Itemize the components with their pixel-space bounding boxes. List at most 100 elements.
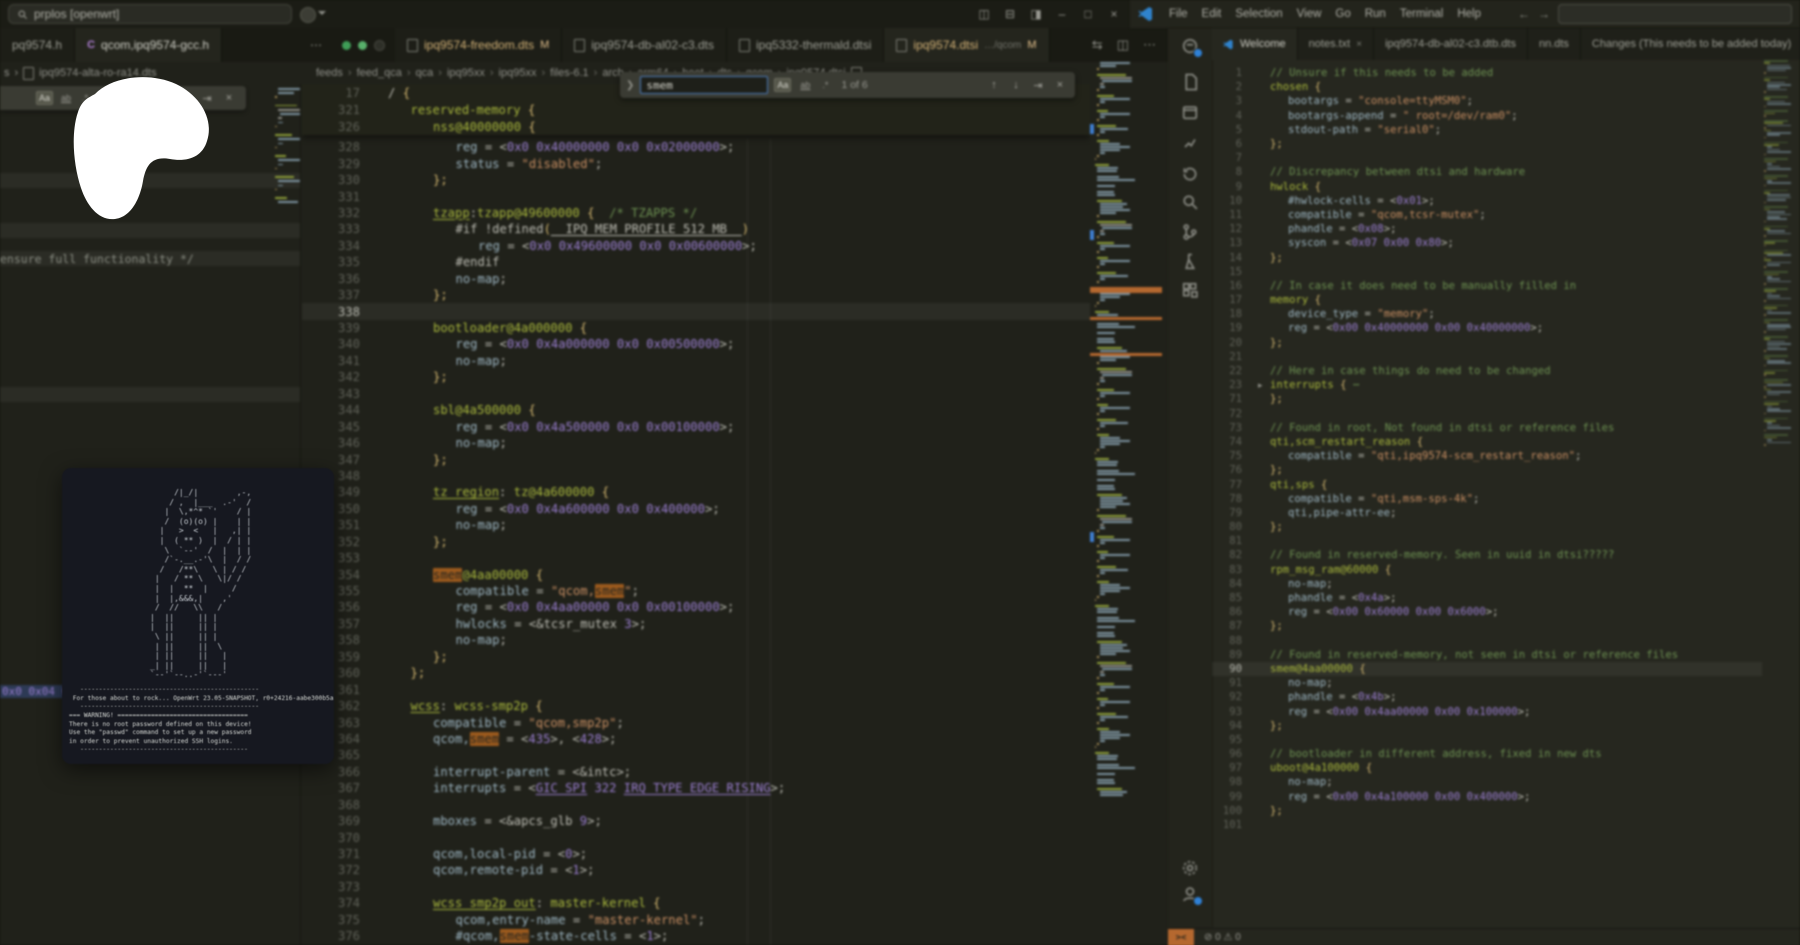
close-icon[interactable]: ×	[1356, 39, 1362, 50]
code-line-8[interactable]: 8// Discrepancy between dtsi and hardwar…	[1212, 165, 1762, 179]
code-line-358[interactable]: 358no-map;	[302, 632, 1090, 648]
code-line-5[interactable]: 5stdout-path = "serial0";	[1212, 123, 1762, 137]
problems-status[interactable]: ⊘ 0 ⚠ 0	[1204, 932, 1241, 943]
code-line-20[interactable]: 20};	[1212, 336, 1762, 350]
code-line-372[interactable]: 372qcom,remote-pid = <1>;	[302, 862, 1090, 878]
terminal-window[interactable]: /|_/| ,-, / , |___ .-' / | \,*^* `' / | …	[62, 468, 334, 764]
code-line-17[interactable]: 17memory {	[1212, 293, 1762, 307]
explorer-icon[interactable]	[1180, 72, 1200, 92]
code-line-7[interactable]: 7	[1212, 151, 1762, 165]
code-line-83[interactable]: 83rpm_msg_ram@60000 {	[1212, 563, 1762, 577]
code-line-330[interactable]: 330};	[302, 172, 1090, 188]
tab-ipq9574-db-al02-c3.dtb.dts[interactable]: ipq9574-db-al02-c3.dtb.dts	[1374, 28, 1528, 60]
tab-nn.dts[interactable]: nn.dts	[1528, 28, 1581, 60]
code-line-23[interactable]: 23▸interrupts { ⋯	[1212, 378, 1762, 392]
code-line-333[interactable]: 333#if !defined(__IPQ_MEM_PROFILE_512_MB…	[302, 221, 1090, 237]
code-line-4[interactable]: 4bootargs-append = " root=/dev/ram0";	[1212, 109, 1762, 123]
previous-match-icon[interactable]: ↑	[985, 79, 1003, 91]
code-line-87[interactable]: 87};	[1212, 619, 1762, 633]
minimize-icon[interactable]: –	[1052, 7, 1072, 21]
find-in-selection-icon[interactable]: ⇥	[1029, 79, 1047, 92]
code-line-365[interactable]: 365	[302, 747, 1090, 763]
fold-icon[interactable]: ▸	[1258, 380, 1270, 391]
code-line-351[interactable]: 351no-map;	[302, 517, 1090, 533]
menu-file[interactable]: File	[1162, 5, 1195, 23]
close-icon[interactable]: ×	[220, 92, 238, 104]
code-line-348[interactable]: 348	[302, 468, 1090, 484]
breadcrumb-item[interactable]: ipq95xx	[499, 67, 537, 79]
minimap-small[interactable]	[268, 88, 298, 288]
toggle-replace-icon[interactable]: ❯	[626, 80, 634, 91]
code-line-359[interactable]: 359};	[302, 649, 1090, 665]
code-line-347[interactable]: 347};	[302, 451, 1090, 467]
code-line-76[interactable]: 76};	[1212, 463, 1762, 477]
menu-edit[interactable]: Edit	[1195, 5, 1229, 23]
account-icon[interactable]	[1180, 884, 1200, 904]
code-line-3[interactable]: 3bootargs = "console=ttyMSM0";	[1212, 94, 1762, 108]
code-line-9[interactable]: 9hwlock {	[1212, 180, 1762, 194]
menu-help[interactable]: Help	[1450, 5, 1488, 23]
code-line-374[interactable]: 374wcss_smp2p_out: master-kernel {	[302, 895, 1090, 911]
code-line-354[interactable]: 354smem@4aa00000 {	[302, 566, 1090, 582]
editor-main[interactable]: 17/ {321reserved-memory {326nss@40000000…	[302, 84, 1090, 945]
more-icon[interactable]: ⋯	[310, 38, 322, 52]
code-line-337[interactable]: 337};	[302, 287, 1090, 303]
code-line-94[interactable]: 94};	[1212, 719, 1762, 733]
code-line-340[interactable]: 340reg = <0x0 0x4a000000 0x0 0x00500000>…	[302, 336, 1090, 352]
code-line-99[interactable]: 99reg = <0x00 0x4a100000 0x00 0x400000>;	[1212, 790, 1762, 804]
code-line-91[interactable]: 91no-map;	[1212, 676, 1762, 690]
find-input[interactable]: smem	[640, 76, 768, 94]
minimap[interactable]	[1090, 62, 1168, 945]
code-line-370[interactable]: 370	[302, 829, 1090, 845]
code-line-334[interactable]: 334reg = <0x0 0x49600000 0x0 0x00600000>…	[302, 238, 1090, 254]
menu-run[interactable]: Run	[1358, 5, 1393, 23]
code-line-73[interactable]: 73// Found in root, Not found in dtsi or…	[1212, 421, 1762, 435]
code-line-321[interactable]: 321reserved-memory {	[302, 101, 1090, 118]
code-line-79[interactable]: 79qti,pipe-attr-ee;	[1212, 506, 1762, 520]
source-control-icon[interactable]	[1180, 222, 1200, 242]
breadcrumb-item[interactable]: feed_qca	[357, 67, 402, 79]
more-actions-icon[interactable]: ⋯	[1143, 37, 1156, 53]
code-line-326[interactable]: 326nss@40000000 {	[302, 118, 1090, 135]
code-line-100[interactable]: 100};	[1212, 804, 1762, 818]
code-line-360[interactable]: 360};	[302, 665, 1090, 681]
code-line-375[interactable]: 375qcom,entry-name = "master-kernel";	[302, 912, 1090, 928]
next-match-icon[interactable]: ↓	[1007, 79, 1025, 91]
code-line-376[interactable]: 376#qcom,smem-state-cells = <1>;	[302, 928, 1090, 944]
editor-right[interactable]: 1// Unsure if this needs to be added2cho…	[1212, 60, 1762, 928]
code-line-355[interactable]: 355compatible = "qcom,smem";	[302, 583, 1090, 599]
command-center-search[interactable]: prplos [openwrt]	[8, 4, 292, 24]
code-line-77[interactable]: 77qti,sps {	[1212, 477, 1762, 491]
breadcrumb-item[interactable]: ipq95xx	[447, 67, 485, 79]
code-line-373[interactable]: 373	[302, 879, 1090, 895]
code-line-361[interactable]: 361	[302, 681, 1090, 697]
code-line-86[interactable]: 86reg = <0x00 0x60000 0x00 0x6000>;	[1212, 605, 1762, 619]
code-line-352[interactable]: 352};	[302, 534, 1090, 550]
copilot-icon[interactable]	[1180, 36, 1200, 56]
breadcrumb-item[interactable]: feeds	[316, 67, 343, 79]
code-line-335[interactable]: 335#endif	[302, 254, 1090, 270]
tab-Welcome[interactable]: Welcome	[1212, 28, 1298, 60]
code-line-341[interactable]: 341no-map;	[302, 353, 1090, 369]
code-line-371[interactable]: 371qcom,local-pid = <0>;	[302, 846, 1090, 862]
match-case-icon[interactable]: Aa	[774, 78, 791, 92]
history-icon[interactable]	[1180, 164, 1200, 184]
code-line-88[interactable]: 88	[1212, 634, 1762, 648]
window-icon[interactable]	[1180, 102, 1200, 122]
code-line-96[interactable]: 96// bootloader in different address, fi…	[1212, 747, 1762, 761]
menu-selection[interactable]: Selection	[1228, 5, 1289, 23]
find-widget[interactable]: ❯ smem Aa ab .* 1 of 6 ↑ ↓ ⇥ ×	[620, 72, 1075, 98]
code-line-345[interactable]: 345reg = <0x0 0x4a500000 0x0 0x00100000>…	[302, 418, 1090, 434]
code-line-332[interactable]: 332tzapp:tzapp@49600000 { /* TZAPPS */	[302, 205, 1090, 221]
tab-notes.txt[interactable]: notes.txt×	[1298, 28, 1374, 60]
code-line-357[interactable]: 357hwlocks = <&tcsr_mutex 3>;	[302, 616, 1090, 632]
code-line-92[interactable]: 92phandle = <0x4b>;	[1212, 690, 1762, 704]
code-line-22[interactable]: 22// Here in case things do need to be c…	[1212, 364, 1762, 378]
match-case-icon[interactable]: Aa	[36, 91, 53, 105]
code-line-13[interactable]: 13syscon = <0x07 0x00 0x80>;	[1212, 236, 1762, 250]
command-center-search[interactable]	[1558, 4, 1792, 24]
code-area[interactable]: 328reg = <0x0 0x40000000 0x0 0x02000000>…	[302, 139, 1090, 944]
steps-icon[interactable]	[1180, 132, 1200, 152]
remote-indicator[interactable]: ><	[1168, 929, 1194, 945]
maximize-icon[interactable]: □	[1078, 7, 1098, 21]
